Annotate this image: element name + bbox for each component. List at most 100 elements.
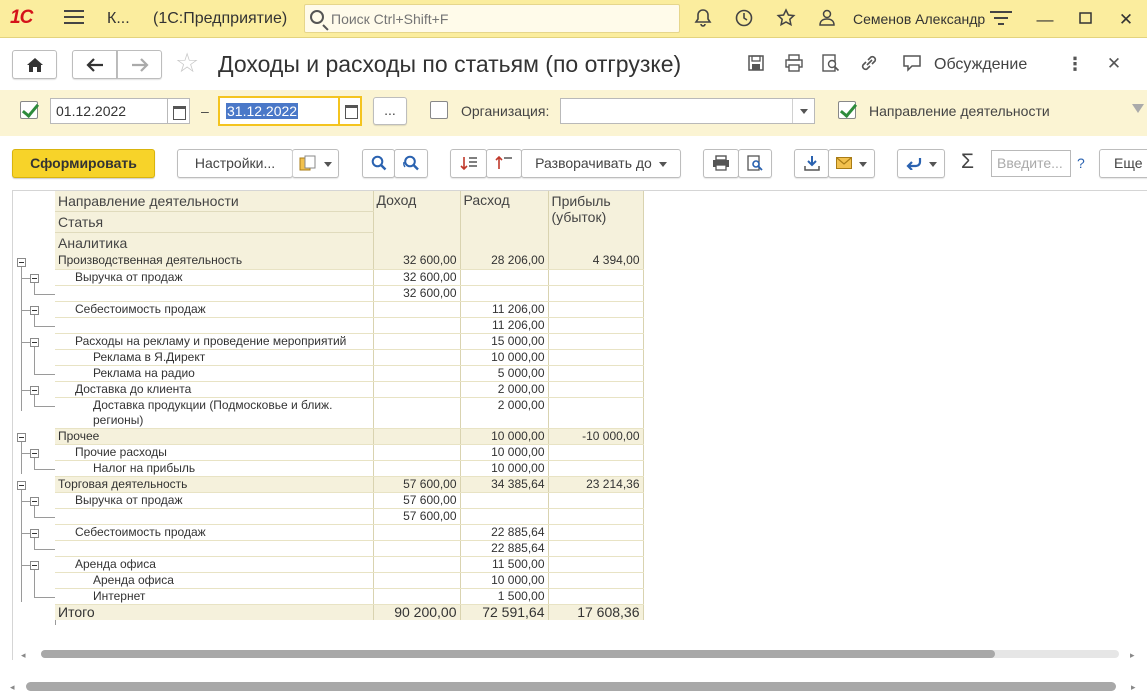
collapse-group-icon[interactable] (30, 306, 39, 315)
table-row[interactable]: Выручка от продаж 32 600,00 (55, 269, 644, 286)
collapse-groups-button[interactable] (450, 149, 487, 178)
collapse-group-icon[interactable] (17, 258, 26, 267)
table-row[interactable]: Прочие расходы 10 000,00 (55, 444, 644, 461)
print-button[interactable] (703, 149, 739, 178)
row-name-cell: Реклама на радио (55, 365, 374, 382)
table-row[interactable]: 32 600,00 (55, 285, 644, 302)
generate-button[interactable]: Сформировать (12, 149, 155, 178)
table-row[interactable]: Доставка продукции (Подмосковье и ближ. … (55, 397, 644, 429)
date-from-field[interactable]: 01.12.2022 (50, 98, 168, 124)
table-row[interactable]: Выручка от продаж 57 600,00 (55, 492, 644, 509)
header-profit: Прибыль (убыток) (548, 191, 644, 253)
link-icon[interactable] (858, 54, 880, 77)
close-form-icon[interactable]: ✕ (1103, 54, 1125, 74)
variants-button[interactable] (292, 149, 339, 178)
table-row[interactable]: Прочее 10 000,00 -10 000,00 (55, 428, 644, 445)
table-row[interactable]: Реклама на радио 5 000,00 (55, 365, 644, 382)
save-file-button[interactable] (794, 149, 829, 178)
forward-button[interactable] (117, 50, 162, 79)
close-window-icon[interactable]: ✕ (1117, 10, 1135, 30)
page-scroll-right-icon[interactable]: ▸ (1131, 682, 1136, 693)
table-row[interactable]: Расходы на рекламу и проведение мероприя… (55, 333, 644, 350)
table-row[interactable]: Аренда офиса 11 500,00 (55, 556, 644, 573)
report-sheet[interactable]: Направление деятельности Доход Расход Пр… (12, 190, 1147, 660)
discussion-button[interactable]: Обсуждение (934, 56, 1027, 74)
home-button[interactable] (12, 50, 57, 79)
table-row[interactable]: Реклама в Я.Директ 10 000,00 (55, 349, 644, 366)
row-expense-cell: 11 206,00 (460, 317, 549, 334)
global-search-input[interactable] (331, 9, 671, 29)
favorites-star-icon[interactable] (775, 8, 797, 30)
table-row[interactable]: Производственная деятельность 32 600,00 28… (55, 253, 644, 270)
direction-checkbox[interactable] (838, 101, 856, 119)
minimize-icon[interactable]: — (1036, 10, 1054, 30)
global-search[interactable] (304, 4, 680, 33)
find-next-button[interactable] (394, 149, 428, 178)
table-row[interactable]: 57 600,00 (55, 508, 644, 525)
tree-line (34, 597, 55, 598)
report-hscroll-thumb[interactable] (41, 650, 995, 658)
calendar-from-icon[interactable] (168, 98, 190, 124)
date-to-field[interactable]: 31.12.2022 (218, 96, 340, 126)
scroll-left-icon[interactable]: ◂ (21, 650, 29, 660)
table-row[interactable]: Доставка до клиента 2 000,00 (55, 381, 644, 398)
send-email-button[interactable] (828, 149, 875, 178)
collapse-group-icon[interactable] (30, 386, 39, 395)
report-search-input[interactable]: Введите... (991, 150, 1071, 177)
save-icon[interactable] (745, 54, 767, 77)
expand-to-button[interactable]: Разворачивать до (521, 149, 681, 178)
favorite-star-icon[interactable]: ☆ (175, 48, 199, 79)
collapse-group-icon[interactable] (30, 561, 39, 570)
organization-dropdown[interactable] (792, 99, 814, 123)
sum-icon[interactable]: Σ (961, 150, 974, 174)
collapse-group-icon[interactable] (17, 481, 26, 490)
period-select-button[interactable]: ... (373, 97, 407, 125)
table-row[interactable]: Себестоимость продаж 11 206,00 (55, 301, 644, 318)
print-preview-button[interactable] (738, 149, 772, 178)
page-hscroll-thumb[interactable] (26, 682, 1116, 691)
page-scroll-left-icon[interactable]: ◂ (10, 682, 15, 693)
current-user[interactable]: Семенов Александр (853, 11, 985, 27)
expand-groups-button[interactable] (486, 149, 522, 178)
page-title: Доходы и расходы по статьям (по отгрузке… (218, 51, 682, 77)
users-icon[interactable] (816, 8, 838, 30)
find-button[interactable] (362, 149, 395, 178)
collapse-group-icon[interactable] (17, 433, 26, 442)
settings-button[interactable]: Настройки... (177, 149, 293, 178)
organization-checkbox[interactable] (430, 101, 448, 119)
table-row[interactable]: 22 885,64 (55, 540, 644, 557)
main-menu-icon[interactable] (64, 10, 84, 26)
more-button[interactable]: Еще (1099, 149, 1147, 178)
period-checkbox[interactable] (20, 101, 38, 119)
row-profit-cell (548, 285, 644, 302)
table-row[interactable]: Себестоимость продаж 22 885,64 (55, 524, 644, 541)
table-row[interactable]: Налог на прибыль 10 000,00 (55, 460, 644, 477)
collapse-group-icon[interactable] (30, 449, 39, 458)
bell-icon[interactable] (692, 8, 714, 30)
table-row[interactable]: Торговая деятельность 57 600,00 34 385,64 2… (55, 476, 644, 493)
collapse-group-icon[interactable] (30, 497, 39, 506)
organization-field[interactable] (560, 98, 815, 124)
collapse-group-icon[interactable] (30, 529, 39, 538)
history-icon[interactable] (733, 8, 755, 30)
row-profit-cell: 23 214,36 (548, 476, 644, 493)
scroll-right-icon[interactable]: ▸ (1130, 650, 1138, 660)
discussion-icon[interactable] (902, 54, 924, 77)
table-row[interactable]: 11 206,00 (55, 317, 644, 334)
settings-menu-icon[interactable] (990, 11, 1012, 27)
table-row[interactable]: Аренда офиса 10 000,00 (55, 572, 644, 589)
collapse-group-icon[interactable] (30, 274, 39, 283)
collapse-group-icon[interactable] (30, 338, 39, 347)
download-icon (803, 155, 820, 171)
more-vertical-icon[interactable]: ⋮ (1064, 54, 1086, 75)
print-icon[interactable] (783, 54, 805, 77)
table-row[interactable]: Интернет 1 500,00 (55, 588, 644, 605)
share-button[interactable] (897, 149, 945, 178)
preview-icon[interactable] (820, 54, 842, 77)
back-button[interactable] (72, 50, 117, 79)
calendar-to-icon[interactable] (340, 96, 362, 126)
maximize-icon[interactable] (1077, 10, 1095, 30)
help-link[interactable]: ? (1077, 155, 1085, 171)
row-expense-cell (460, 285, 549, 302)
filter-icon[interactable] (1132, 104, 1144, 113)
